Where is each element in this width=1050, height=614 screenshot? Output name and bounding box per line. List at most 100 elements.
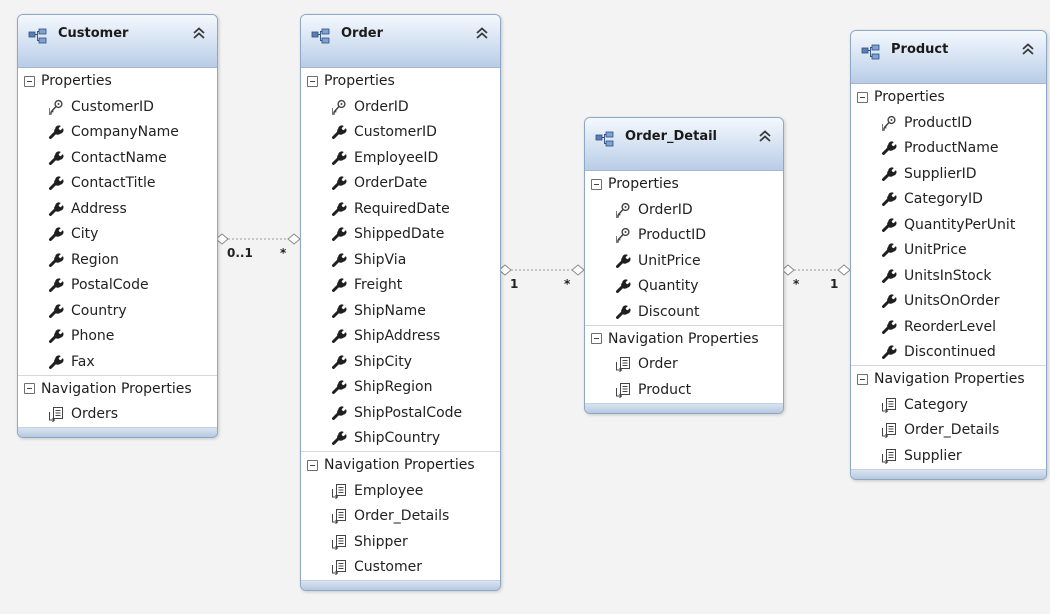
multiplicity-label: * bbox=[793, 277, 800, 291]
property-row[interactable]: ShipPostalCode bbox=[301, 400, 500, 426]
collapse-toggle-icon[interactable] bbox=[857, 373, 868, 385]
collapse-toggle-icon[interactable] bbox=[591, 178, 602, 190]
property-row[interactable]: PostalCode bbox=[18, 273, 217, 299]
entity-header[interactable]: Order_Detail bbox=[585, 118, 783, 171]
entity-header[interactable]: Order bbox=[301, 15, 500, 68]
property-row[interactable]: ShipCountry bbox=[301, 426, 500, 452]
property-row[interactable]: OrderID bbox=[301, 94, 500, 120]
navigation-property-row[interactable]: Order bbox=[585, 352, 783, 378]
collapse-toggle-icon[interactable] bbox=[307, 75, 318, 87]
navigation-property-row[interactable]: Order_Details bbox=[301, 504, 500, 530]
entity-header[interactable]: Customer bbox=[18, 15, 217, 68]
property-row[interactable]: UnitsOnOrder bbox=[851, 289, 1046, 315]
collapse-chevrons-icon[interactable] bbox=[757, 128, 773, 144]
navigation-property-icon bbox=[881, 448, 897, 464]
navigation-property-row[interactable]: Shipper bbox=[301, 529, 500, 555]
property-row[interactable]: UnitPrice bbox=[585, 248, 783, 274]
navigation-property-row[interactable]: Customer bbox=[301, 555, 500, 581]
navigation-property-row[interactable]: Orders bbox=[18, 402, 217, 428]
entity-title: Order bbox=[341, 26, 383, 41]
navigation-section-header[interactable]: Navigation Properties bbox=[585, 326, 783, 352]
property-row[interactable]: Fax bbox=[18, 349, 217, 375]
wrench-property-icon bbox=[48, 150, 64, 166]
properties-section-header[interactable]: Properties bbox=[18, 68, 217, 94]
property-row[interactable]: Country bbox=[18, 298, 217, 324]
entity-header[interactable]: Product bbox=[851, 31, 1046, 84]
property-row[interactable]: Region bbox=[18, 247, 217, 273]
property-name: UnitsInStock bbox=[904, 267, 992, 284]
navigation-section: Navigation Properties Employee Order_Detai… bbox=[301, 451, 500, 580]
property-name: CompanyName bbox=[71, 124, 179, 141]
navigation-property-row[interactable]: Category bbox=[851, 392, 1046, 418]
navigation-property-row[interactable]: Employee bbox=[301, 478, 500, 504]
navigation-property-row[interactable]: Order_Details bbox=[851, 418, 1046, 444]
property-row[interactable]: Discount bbox=[585, 299, 783, 325]
navigation-section-header[interactable]: Navigation Properties bbox=[301, 452, 500, 478]
property-row[interactable]: CategoryID bbox=[851, 187, 1046, 213]
property-row[interactable]: Phone bbox=[18, 324, 217, 350]
wrench-property-icon bbox=[615, 278, 631, 294]
property-name: Discount bbox=[638, 303, 700, 320]
navigation-property-icon bbox=[331, 559, 347, 576]
entity-product[interactable]: Product Properties ProductID ProductName Sup… bbox=[850, 30, 1047, 480]
property-row[interactable]: ContactName bbox=[18, 145, 217, 171]
properties-section: Properties CustomerID CompanyName ContactNa… bbox=[18, 68, 217, 375]
properties-section-header[interactable]: Properties bbox=[585, 171, 783, 197]
entity-footer bbox=[851, 468, 1046, 479]
property-row[interactable]: ProductID bbox=[851, 110, 1046, 136]
collapse-chevrons-icon[interactable] bbox=[474, 25, 490, 41]
property-row[interactable]: QuantityPerUnit bbox=[851, 212, 1046, 238]
wrench-property-icon bbox=[881, 344, 897, 360]
section-label: Navigation Properties bbox=[608, 330, 759, 347]
property-row[interactable]: Freight bbox=[301, 273, 500, 299]
navigation-property-icon bbox=[331, 534, 347, 550]
property-row[interactable]: CustomerID bbox=[18, 94, 217, 120]
navigation-section-header[interactable]: Navigation Properties bbox=[18, 376, 217, 402]
property-row[interactable]: Discontinued bbox=[851, 340, 1046, 366]
property-row[interactable]: ShipCity bbox=[301, 349, 500, 375]
property-row[interactable]: ContactTitle bbox=[18, 171, 217, 197]
property-row[interactable]: Address bbox=[18, 196, 217, 222]
properties-section-header[interactable]: Properties bbox=[301, 68, 500, 94]
property-row[interactable]: ShipRegion bbox=[301, 375, 500, 401]
property-row[interactable]: ShipAddress bbox=[301, 324, 500, 350]
collapse-toggle-icon[interactable] bbox=[24, 383, 35, 394]
multiplicity-label: 1 bbox=[510, 277, 519, 291]
property-row[interactable]: OrderID bbox=[585, 197, 783, 223]
collapse-toggle-icon[interactable] bbox=[857, 91, 868, 103]
properties-section-header[interactable]: Properties bbox=[851, 84, 1046, 110]
entity-customer[interactable]: Customer Properties CustomerID CompanyName C… bbox=[17, 14, 218, 438]
entity-order[interactable]: Order Properties OrderID CustomerID Employee… bbox=[300, 14, 501, 591]
property-row[interactable]: City bbox=[18, 222, 217, 248]
collapse-chevrons-icon[interactable] bbox=[1020, 41, 1036, 57]
property-row[interactable]: ShipVia bbox=[301, 247, 500, 273]
wrench-property-icon bbox=[331, 175, 347, 191]
property-name: ProductID bbox=[904, 114, 973, 131]
property-row[interactable]: ReorderLevel bbox=[851, 314, 1046, 340]
collapse-chevrons-icon[interactable] bbox=[191, 25, 207, 41]
navigation-property-row[interactable]: Supplier bbox=[851, 443, 1046, 469]
collapse-toggle-icon[interactable] bbox=[307, 459, 318, 471]
property-name: ProductID bbox=[638, 227, 707, 244]
wrench-property-icon bbox=[331, 354, 347, 370]
property-row[interactable]: UnitsInStock bbox=[851, 263, 1046, 289]
property-row[interactable]: EmployeeID bbox=[301, 145, 500, 171]
property-row[interactable]: Quantity bbox=[585, 274, 783, 300]
navigation-section-header[interactable]: Navigation Properties bbox=[851, 366, 1046, 392]
navigation-section: Navigation Properties Order Product bbox=[585, 324, 783, 403]
property-row[interactable]: ProductID bbox=[585, 223, 783, 249]
property-row[interactable]: CustomerID bbox=[301, 120, 500, 146]
property-row[interactable]: CompanyName bbox=[18, 120, 217, 146]
property-row[interactable]: ProductName bbox=[851, 136, 1046, 162]
property-row[interactable]: ShipName bbox=[301, 298, 500, 324]
entity-order-detail[interactable]: Order_Detail Properties OrderID ProductID Un… bbox=[584, 117, 784, 414]
collapse-toggle-icon[interactable] bbox=[591, 333, 602, 344]
navigation-property-row[interactable]: Product bbox=[585, 377, 783, 403]
property-row[interactable]: SupplierID bbox=[851, 161, 1046, 187]
property-name: Country bbox=[71, 302, 127, 319]
property-row[interactable]: RequiredDate bbox=[301, 196, 500, 222]
property-row[interactable]: OrderDate bbox=[301, 171, 500, 197]
property-row[interactable]: UnitPrice bbox=[851, 238, 1046, 264]
collapse-toggle-icon[interactable] bbox=[24, 75, 35, 87]
property-row[interactable]: ShippedDate bbox=[301, 222, 500, 248]
